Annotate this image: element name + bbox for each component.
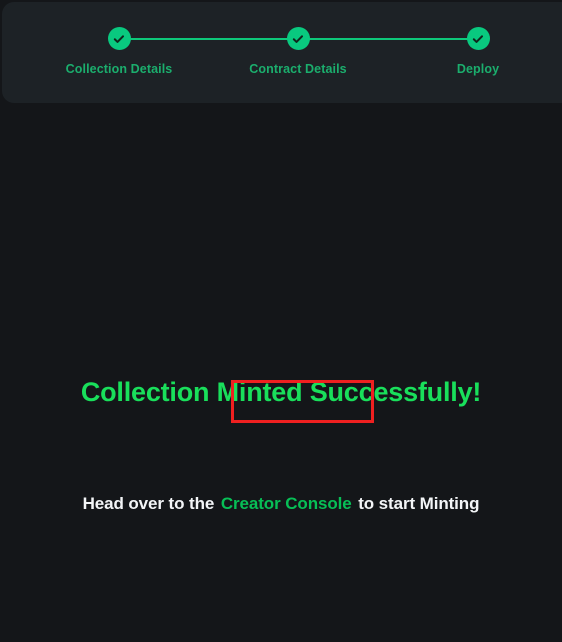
progress-stepper: Collection Details Contract Details Depl…	[2, 2, 562, 103]
check-icon	[471, 32, 485, 46]
stepper-card: Collection Details Contract Details Depl…	[2, 2, 562, 103]
check-icon	[291, 32, 305, 46]
creator-console-link[interactable]: Creator Console	[219, 494, 354, 513]
stepper-step-label: Collection Details	[65, 61, 173, 76]
stepper-step-deploy[interactable]: Deploy	[398, 27, 558, 76]
main-content: Collection Minted Successfully! Head ove…	[0, 103, 562, 642]
subtitle-text-before: Head over to the	[82, 494, 215, 513]
check-icon	[112, 32, 126, 46]
stepper-step-label: Contract Details	[249, 61, 347, 76]
step-complete-indicator	[466, 27, 490, 50]
page-title: Collection Minted Successfully!	[80, 377, 482, 407]
stepper-step-label: Deploy	[456, 61, 500, 76]
stepper-step-collection-details[interactable]: Collection Details	[39, 27, 199, 76]
subtitle-text-after: to start Minting	[358, 494, 480, 513]
stepper-step-contract-details[interactable]: Contract Details	[218, 27, 378, 76]
step-complete-indicator	[286, 27, 310, 50]
subtitle-message: Head over to the Creator Console to star…	[0, 494, 562, 514]
step-complete-indicator	[107, 27, 131, 50]
